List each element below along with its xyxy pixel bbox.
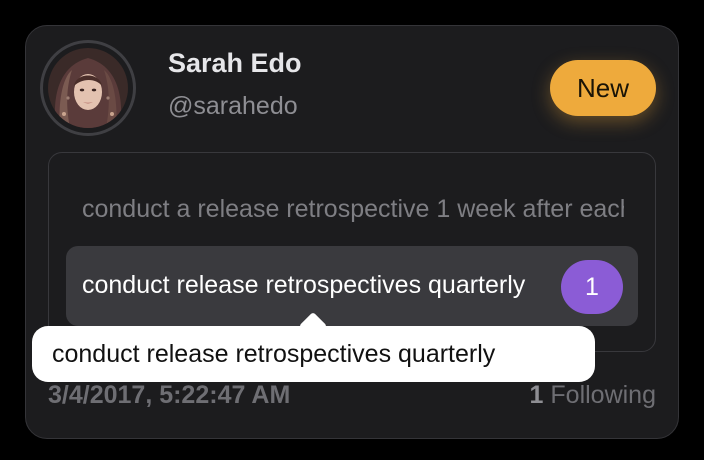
tooltip: conduct release retrospectives quarterly [32,326,595,382]
following-count: 1 [529,381,544,409]
avatar[interactable] [40,40,136,136]
poll-option-selected-label: conduct release retrospectives quarterly [82,271,526,299]
avatar-photo [48,48,128,128]
new-badge: New [550,60,656,116]
vote-count-badge: 1 [561,260,623,314]
following-label: Following [550,381,656,409]
timestamp: 3/4/2017, 5:22:47 AM [48,381,291,409]
following-link[interactable]: 1 Following [530,381,656,410]
poll-option[interactable]: conduct a release retrospective 1 week a… [82,195,624,224]
user-name: Sarah Edo [168,48,302,78]
user-handle[interactable]: @sarahedo [168,92,298,121]
